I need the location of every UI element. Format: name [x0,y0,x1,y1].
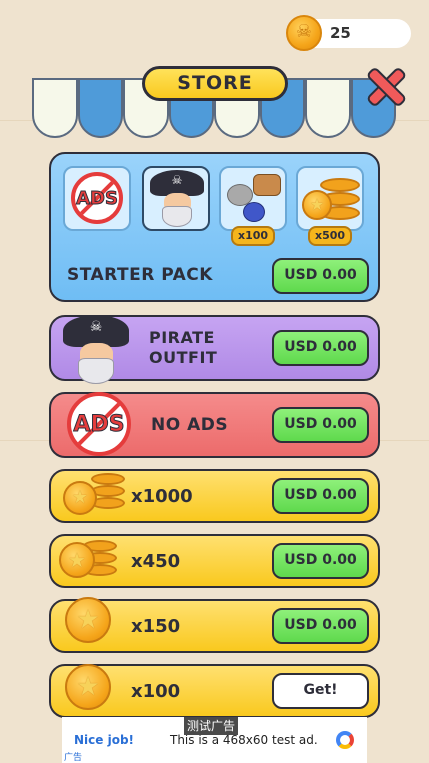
no-ads-tile: ADS [63,166,131,231]
no-ads-title: NO ADS [151,415,229,435]
coin-stack [91,473,125,485]
no-ads-icon: ADS [71,172,123,224]
coin-icon [63,481,97,515]
no-ads-icon: ADS [67,392,131,456]
get-button[interactable]: Get! [272,673,369,709]
coin-balance: 25 [286,15,411,51]
coins-tile [296,166,364,231]
ads-text: ADS [76,188,119,210]
coin-pack-card: x1000 USD 0.00 [49,469,380,523]
ad-nice-text: Nice job! [74,733,135,747]
ad-logo-icon [336,731,354,749]
ad-text: This is a 468x60 test ad. [170,733,318,747]
title-line: OUTFIT [149,348,218,367]
coin-pack-amount: x1000 [131,486,193,507]
resources-tile [219,166,287,231]
coin-stack [320,178,360,192]
no-ads-buy-button[interactable]: USD 0.00 [272,407,369,443]
awning-stripe [77,78,123,138]
pirate-icon: ☠ [150,170,204,228]
coin-pack-amount: x100 [131,681,181,702]
coin-pack-buy-button[interactable]: USD 0.00 [272,543,369,579]
store-title: STORE [142,66,288,101]
title-line: PIRATE [149,328,215,347]
coin-count: 25 [330,24,351,42]
coin-icon [286,15,322,51]
awning-stripe [32,78,78,138]
coin-pack-card: x150 USD 0.00 [49,597,380,653]
log-icon [253,174,281,196]
starter-pack-card: ADS ☠ x100 x500 STARTER PACK USD 0.00 [49,152,380,302]
close-button[interactable] [365,66,403,104]
test-ad-label: 测试广告 [184,717,239,735]
ad-small-label: 广告 [64,753,83,763]
pirate-outfit-card: ☠ PIRATE OUTFIT USD 0.00 [49,315,380,384]
starter-pack-title: STARTER PACK [67,265,213,285]
awning-stripe [305,78,351,138]
pirate-tile: ☠ [142,166,210,231]
coin-pack-card: x450 USD 0.00 [49,534,380,588]
coin-pack-card: x100 Get! [49,664,380,718]
coin-pack-amount: x450 [131,551,181,572]
coin-pack-buy-button[interactable]: USD 0.00 [272,478,369,514]
resources-badge: x100 [231,226,275,246]
pirate-outfit-buy-button[interactable]: USD 0.00 [272,330,369,366]
coin-pack-amount: x150 [131,616,181,637]
coin-icon [65,597,111,643]
starter-pack-buy-button[interactable]: USD 0.00 [272,258,369,294]
coin-icon [59,542,95,578]
coin-icon [65,664,111,710]
pirate-outfit-title: PIRATE OUTFIT [149,328,217,368]
ads-text: ADS [73,412,125,438]
pirate-icon: ☠ [63,315,129,385]
no-ads-card: ADS NO ADS USD 0.00 [49,392,380,458]
coins-badge: x500 [308,226,352,246]
coin-pack-buy-button[interactable]: USD 0.00 [272,608,369,644]
berry-icon [243,202,265,222]
coins-icon [302,190,332,220]
